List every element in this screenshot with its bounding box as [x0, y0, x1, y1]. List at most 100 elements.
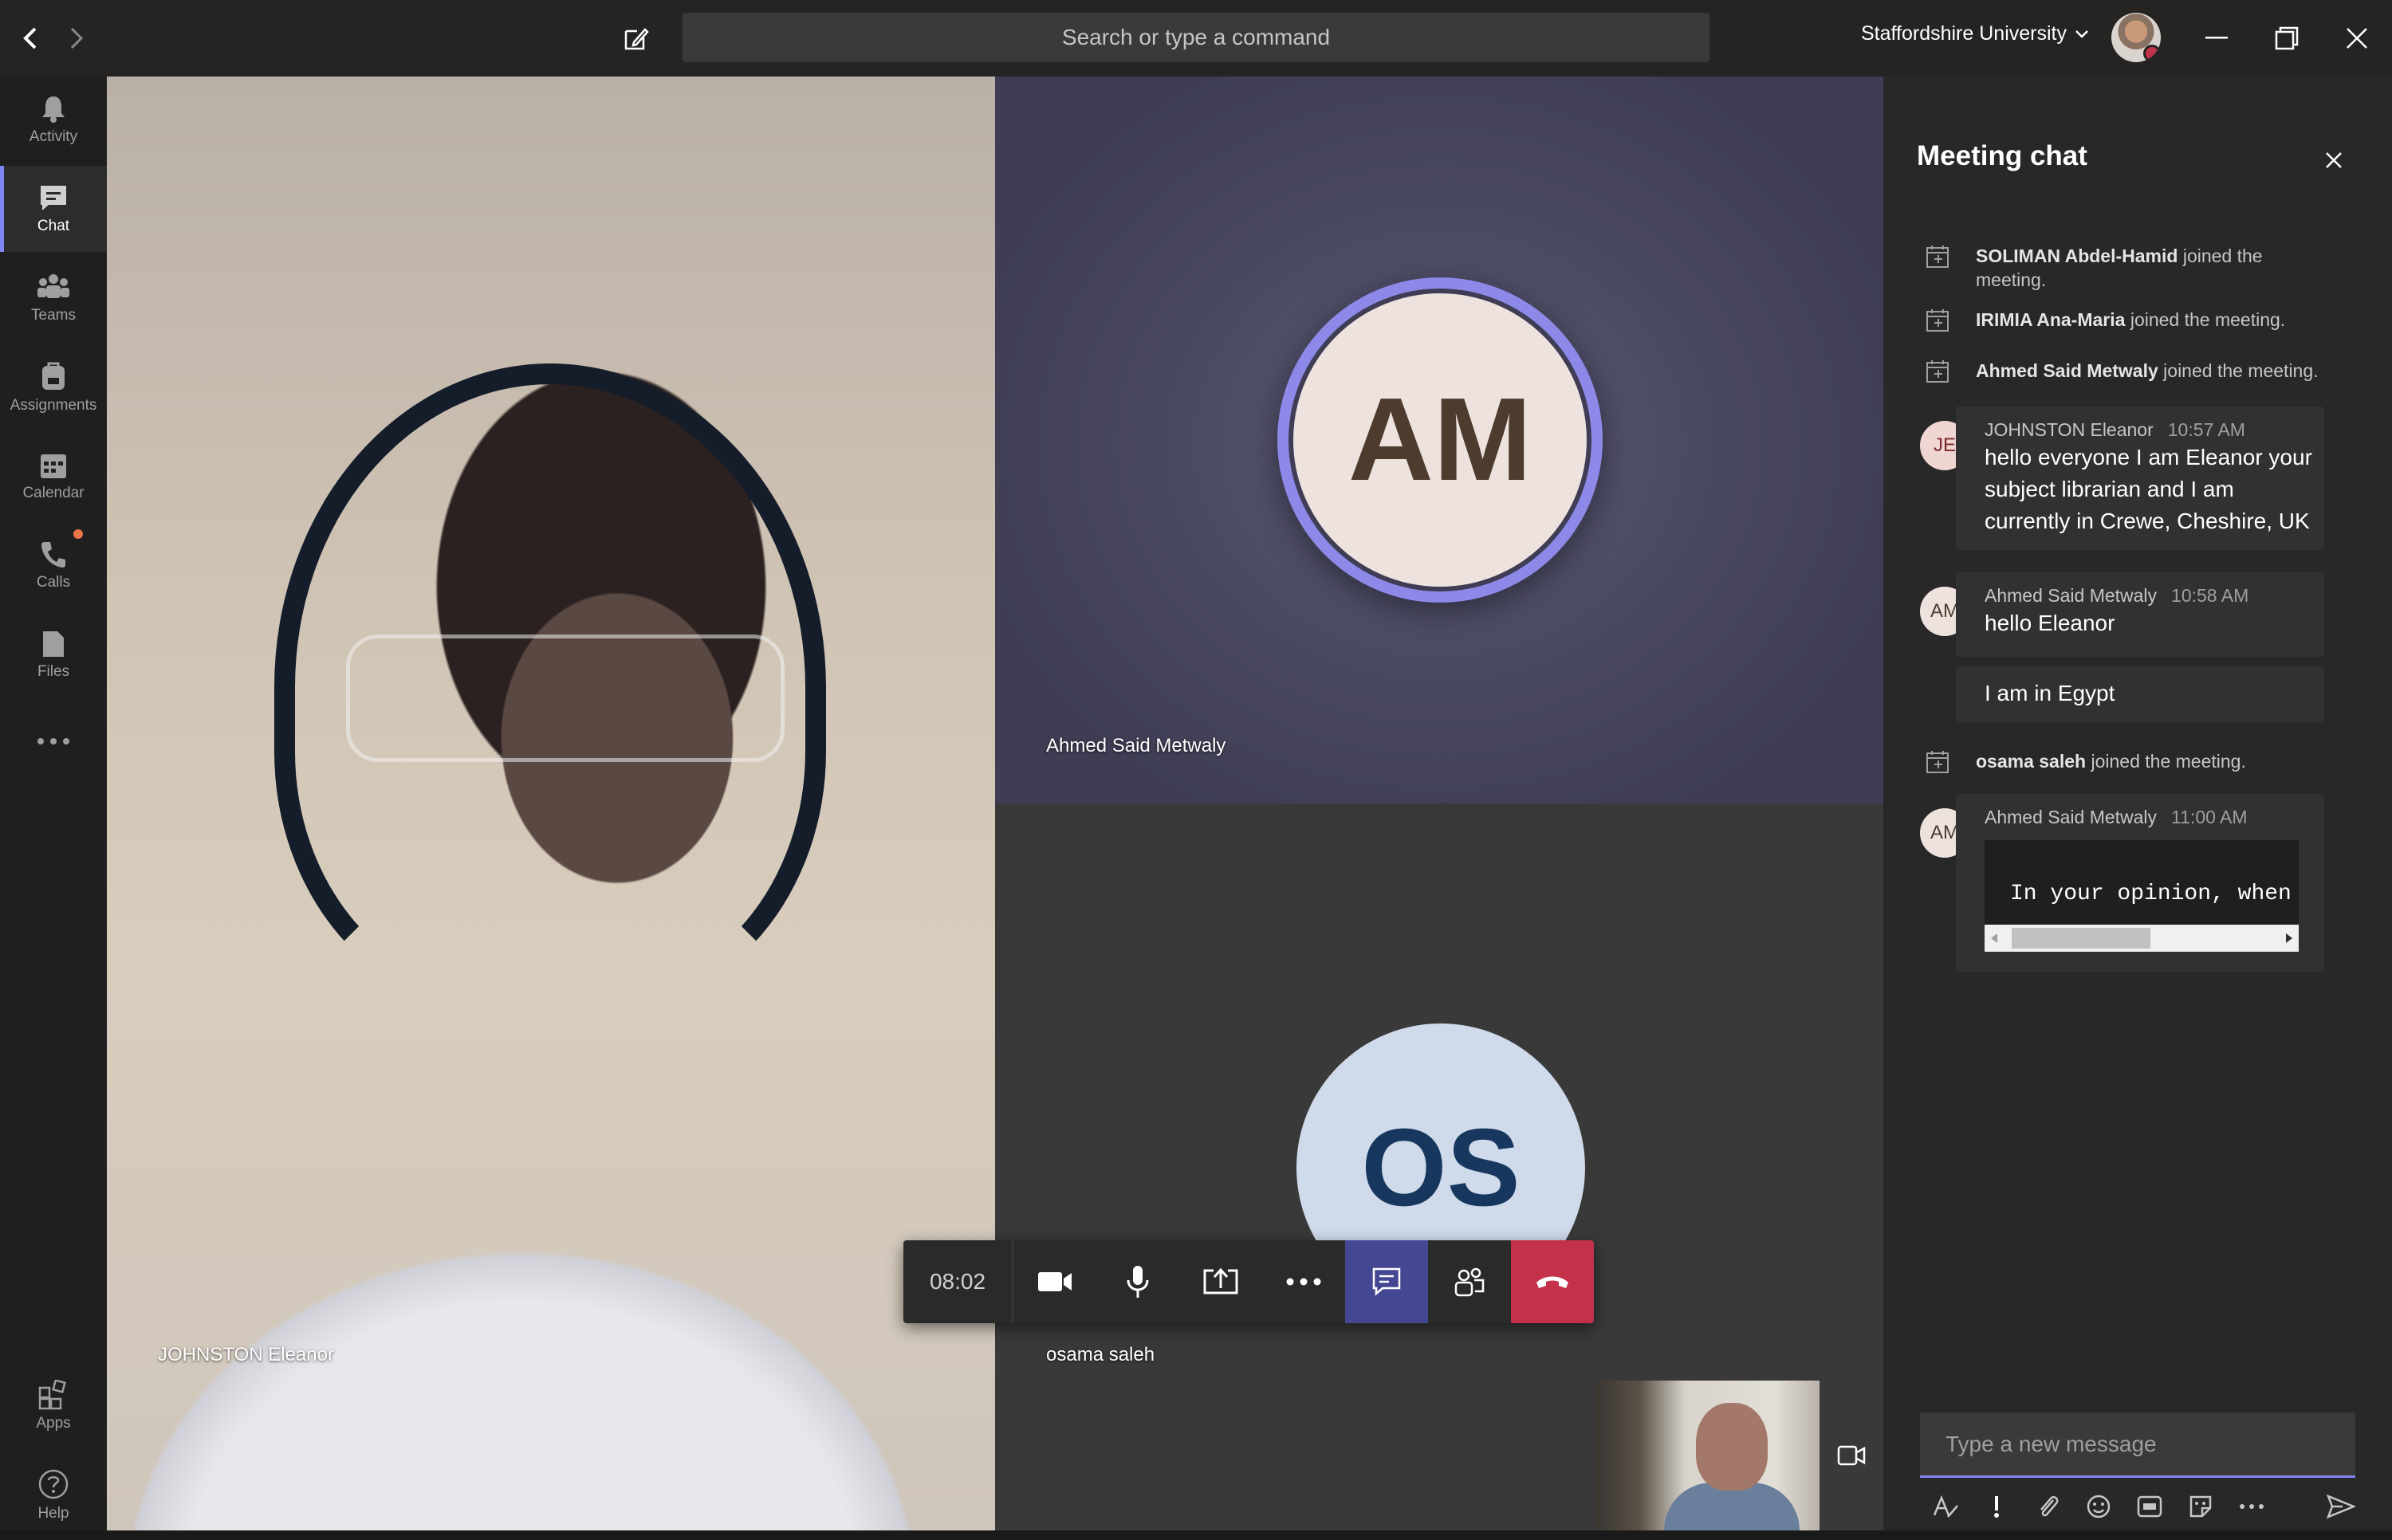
- importance-button[interactable]: [1971, 1484, 2022, 1529]
- system-message-text: joined the meeting.: [2158, 360, 2319, 381]
- message-sender: JOHNSTON Eleanor: [1985, 419, 2154, 440]
- code-snippet[interactable]: In your opinion, when th: [1985, 840, 2299, 952]
- help-icon: [38, 1469, 69, 1499]
- chat-message[interactable]: JOHNSTON Eleanor 10:57 AM hello everyone …: [1956, 407, 2324, 550]
- system-message: IRIMIA Ana-Maria joined the meeting.: [1925, 308, 2371, 340]
- gif-icon: [2137, 1495, 2162, 1518]
- more-icon: [37, 738, 69, 744]
- calendar-join-icon: [1925, 749, 1957, 782]
- rail-label: Activity: [29, 128, 78, 145]
- close-window-button[interactable]: [2333, 14, 2381, 62]
- sticker-icon: [2189, 1495, 2212, 1518]
- chevron-down-icon: [2075, 29, 2088, 38]
- profile-avatar[interactable]: [2111, 13, 2161, 62]
- window-bottom-edge: [0, 1530, 2392, 1540]
- file-icon: [43, 631, 64, 657]
- scroll-right-icon[interactable]: [2284, 933, 2294, 944]
- calendar-join-icon: [1925, 308, 1957, 340]
- close-icon: [2347, 28, 2367, 49]
- system-message: Ahmed Said Metwaly joined the meeting.: [1925, 359, 2387, 391]
- rail-label: Calls: [36, 574, 71, 591]
- send-icon: [2327, 1495, 2355, 1518]
- sticker-button[interactable]: [2175, 1484, 2226, 1529]
- meeting-controls: 08:02: [903, 1240, 1594, 1323]
- self-video-face: [1696, 1403, 1768, 1491]
- rail-item-chat[interactable]: Chat: [0, 166, 107, 252]
- video-camera-icon: [1038, 1272, 1072, 1291]
- format-button[interactable]: [1920, 1484, 1971, 1529]
- self-video-preview[interactable]: [1595, 1381, 1820, 1530]
- participant-name: JOHNSTON Eleanor: [158, 1344, 334, 1365]
- self-view-camera-button[interactable]: [1820, 1381, 1883, 1530]
- back-button[interactable]: [6, 14, 54, 62]
- microphone-toggle-button[interactable]: [1096, 1240, 1179, 1323]
- restore-button[interactable]: [2263, 14, 2311, 62]
- chat-message[interactable]: I am in Egypt: [1956, 666, 2324, 722]
- rail-item-calls[interactable]: Calls: [0, 523, 107, 609]
- meeting-timer: 08:02: [903, 1240, 1013, 1323]
- calls-notification-dot: [73, 529, 83, 539]
- more-icon: [1286, 1278, 1321, 1286]
- participant-avatar: AM: [1288, 289, 1591, 591]
- more-icon: [2240, 1504, 2264, 1509]
- hang-up-button[interactable]: [1511, 1240, 1594, 1323]
- organization-switcher[interactable]: Staffordshire University: [1861, 22, 2089, 45]
- apps-icon: [38, 1380, 66, 1410]
- rail-item-activity[interactable]: Activity: [0, 77, 107, 163]
- rail-label: Help: [37, 1505, 69, 1522]
- rail-item-files[interactable]: Files: [0, 612, 107, 698]
- rail-item-teams[interactable]: Teams: [0, 255, 107, 341]
- horizontal-scrollbar[interactable]: [1985, 925, 2299, 952]
- camera-switch-icon: [1837, 1445, 1866, 1466]
- app-rail: Activity Chat Teams Assignments Calendar…: [0, 77, 107, 1540]
- emoji-icon: [2087, 1495, 2111, 1518]
- close-chat-button[interactable]: [2314, 140, 2354, 180]
- forward-button[interactable]: [53, 14, 100, 62]
- search-input[interactable]: Search or type a command: [683, 13, 1709, 62]
- send-button[interactable]: [2315, 1484, 2366, 1529]
- rail-item-assignments[interactable]: Assignments: [0, 344, 107, 430]
- more-actions-button[interactable]: [1262, 1240, 1345, 1323]
- rail-label: Calendar: [22, 485, 85, 501]
- message-sender: Ahmed Said Metwaly: [1985, 807, 2158, 827]
- scroll-left-icon[interactable]: [1989, 933, 1999, 944]
- rail-label: Assignments: [10, 397, 97, 414]
- message-text: hello Eleanor: [1985, 611, 2115, 635]
- microphone-icon: [1127, 1266, 1149, 1298]
- scrollbar-thumb[interactable]: [2012, 928, 2150, 949]
- calendar-icon: [41, 454, 66, 478]
- minimize-icon: [2205, 37, 2228, 39]
- gif-button[interactable]: [2124, 1484, 2175, 1529]
- rail-more-button[interactable]: [0, 701, 107, 781]
- hang-up-icon: [1536, 1276, 1568, 1288]
- rail-label: Teams: [31, 307, 76, 324]
- chat-message[interactable]: Ahmed Said Metwaly 10:58 AM hello Eleanor: [1956, 572, 2324, 657]
- chat-message[interactable]: Ahmed Said Metwaly 11:00 AM In your opini…: [1956, 794, 2324, 972]
- exclamation-icon: [1994, 1496, 1999, 1518]
- rail-item-calendar[interactable]: Calendar: [0, 434, 107, 520]
- participant-tile-ahmed[interactable]: AM Ahmed Said Metwaly: [995, 77, 1883, 803]
- message-sender: Ahmed Said Metwaly: [1985, 585, 2158, 606]
- emoji-button[interactable]: [2073, 1484, 2124, 1529]
- system-message: SOLIMAN Abdel-Hamid joined the meeting.: [1925, 244, 2292, 292]
- minimize-button[interactable]: [2193, 14, 2241, 62]
- bell-icon: [42, 96, 65, 123]
- camera-toggle-button[interactable]: [1013, 1240, 1096, 1323]
- meeting-chat-panel: Meeting chat SOLIMAN Abdel-Hamid joined …: [1883, 77, 2392, 1530]
- calendar-join-icon: [1925, 244, 1957, 292]
- message-time: 10:58 AM: [2171, 585, 2249, 606]
- backpack-icon: [42, 362, 65, 390]
- rail-item-help[interactable]: Help: [0, 1452, 107, 1538]
- show-participants-button[interactable]: [1428, 1240, 1511, 1323]
- system-message-text: joined the meeting.: [2086, 751, 2246, 772]
- rail-item-apps[interactable]: Apps: [0, 1363, 107, 1449]
- share-screen-button[interactable]: [1179, 1240, 1262, 1323]
- show-conversation-button[interactable]: [1345, 1240, 1428, 1323]
- message-compose-box[interactable]: Type a new message: [1920, 1412, 2355, 1478]
- chevron-left-icon: [23, 27, 37, 49]
- more-options-button[interactable]: [2226, 1484, 2277, 1529]
- code-text: In your opinion, when th: [2010, 882, 2299, 906]
- new-chat-button[interactable]: [612, 14, 660, 62]
- chat-icon: [41, 186, 66, 210]
- attach-button[interactable]: [2022, 1484, 2073, 1529]
